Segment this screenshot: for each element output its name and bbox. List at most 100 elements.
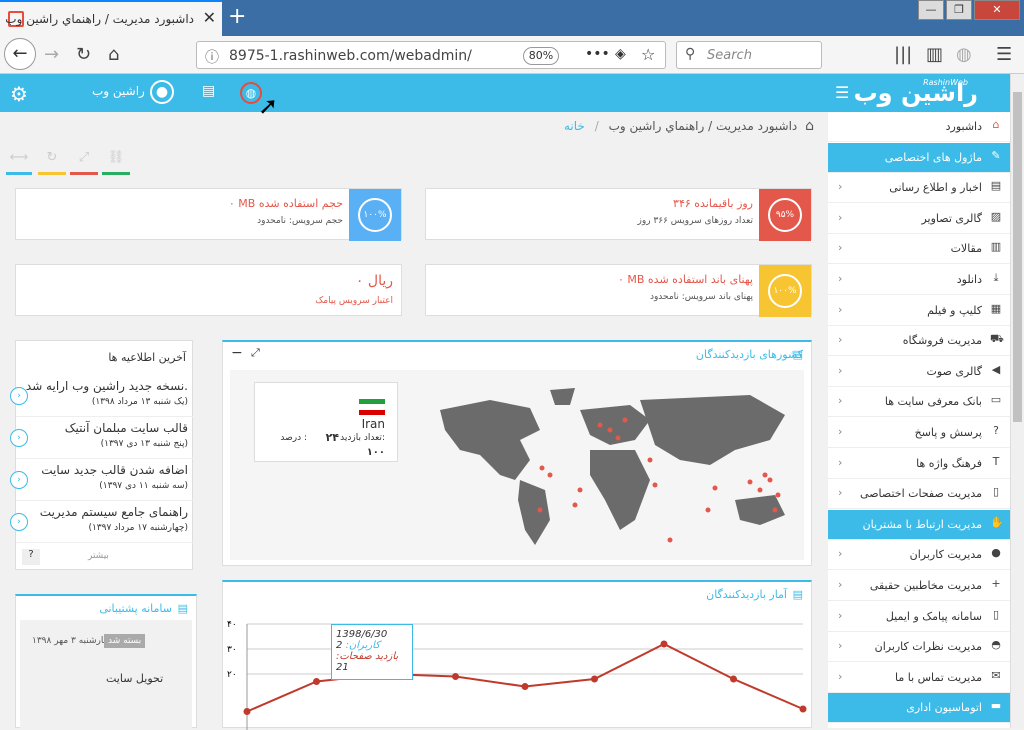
tab-title: داشبورد مدیریت / راهنماي راشین وب: [5, 12, 194, 26]
sidebar-item[interactable]: ▤ اخبار و اطلاع رسانی ›: [828, 173, 1010, 204]
sidebar-item[interactable]: ▥ مقالات ›: [828, 234, 1010, 265]
sidebar-item[interactable]: T فرهنگ واژه ها ›: [828, 449, 1010, 479]
news-more-link[interactable]: بیشتر: [88, 551, 109, 561]
data-point: [521, 683, 529, 690]
sidebar-item[interactable]: ▦ کلیپ و فیلم ›: [828, 296, 1010, 326]
sidebar-menu-icon[interactable]: ☰: [835, 83, 849, 102]
expand-panel-icon[interactable]: ⤢: [251, 346, 260, 360]
chevron-icon: ›: [838, 608, 843, 622]
sidebar-item-label: مدیریت نظرات کاربران: [874, 640, 982, 654]
user-avatar-icon[interactable]: ●: [150, 80, 174, 104]
sidebar-item[interactable]: ⌂ داشبورد: [828, 112, 1010, 142]
search-placeholder: Search: [707, 48, 752, 63]
chevron-icon: ›: [838, 272, 843, 285]
search-box[interactable]: ⚲ Search: [676, 41, 822, 69]
world-map[interactable]: Iran تعداد بازدید: ۲۴ درصد : ۱۰۰: [230, 370, 804, 560]
menu-icon[interactable]: ☰: [996, 44, 1012, 65]
breadcrumb-home[interactable]: خانه: [564, 119, 585, 133]
collapse-icon[interactable]: ⟷: [6, 143, 32, 175]
link-icon[interactable]: ⛓: [102, 143, 130, 175]
globe-icon[interactable]: ◍: [956, 44, 972, 65]
sidebar-item-label: مدیریت مخاطبین حقیقی: [869, 579, 982, 592]
sidebar-item[interactable]: ▭ بانک معرفی سایت ها ›: [828, 387, 1010, 418]
pocket-icon[interactable]: ◈: [615, 46, 626, 62]
data-point: [799, 705, 807, 713]
close-window-button[interactable]: ✕: [974, 0, 1020, 20]
sidebar-item[interactable]: ◓ مدیریت نظرات کاربران ›: [828, 632, 1010, 663]
newspaper-icon: ▤: [990, 179, 1002, 193]
reload-icon[interactable]: ↻: [76, 44, 91, 65]
sidebar-item[interactable]: ▯ مدیریت صفحات اختصاصی ›: [828, 479, 1010, 510]
forward-icon[interactable]: →: [44, 44, 59, 65]
news-item[interactable]: قالب سایت مبلمان آنتیک (پنج شنبه ۱۳ دی ۱۳…: [10, 417, 194, 459]
data-point: [730, 675, 737, 683]
chevron-icon: ›: [838, 302, 843, 316]
news-item[interactable]: راهنمای جامع سیستم مدیریت (چهارشنبه ۱۷ مر…: [10, 501, 194, 543]
bandwidth-card: ۰ MB پهنای باند استفاده شده پهنای باند س…: [425, 264, 812, 317]
zoom-badge[interactable]: 80%: [523, 47, 559, 65]
sidebar-toggle-icon[interactable]: ▥: [926, 44, 943, 65]
back-icon[interactable]: ←: [4, 38, 36, 70]
mobile-icon: ▯: [992, 607, 1000, 621]
breadcrumb-home-icon[interactable]: ⌂: [805, 118, 814, 134]
new-tab-icon[interactable]: +: [228, 4, 246, 29]
url-text: 8975-1.rashinweb.com/webadmin/: [229, 48, 472, 64]
country-tooltip: Iran تعداد بازدید: ۲۴ درصد : ۱۰۰: [254, 382, 398, 462]
sidebar-item[interactable]: ✋ مدیریت ارتباط با مشتریان: [828, 509, 1010, 540]
chevron-icon: ›: [838, 669, 843, 683]
sidebar-item[interactable]: ● مدیریت کاربران ›: [828, 540, 1010, 571]
page-scrollbar[interactable]: [1010, 74, 1024, 728]
storage-total: حجم سرویس: نامحدود: [257, 216, 343, 226]
restore-button[interactable]: ❐: [946, 0, 972, 20]
chevron-icon: ›: [838, 578, 843, 591]
sidebar-item[interactable]: ▯ سامانه پیامک و ایمیل ›: [828, 602, 1010, 632]
data-point: [243, 708, 251, 715]
minimize-button[interactable]: —: [918, 0, 944, 20]
visits-line-chart[interactable]: ۴۰ ۳۰ ۲۰: [223, 610, 811, 730]
download-icon: ⤓: [993, 271, 999, 284]
folder-icon: ▬: [990, 699, 1002, 713]
refresh-icon[interactable]: ↻: [38, 143, 66, 175]
sidebar-item[interactable]: ▨ گالری تصاویر ›: [828, 204, 1010, 234]
news-item[interactable]: نسخه جدید راشین وب ارایه شد. (یک شنبه ۱۳ …: [10, 375, 194, 417]
sidebar-item-label: گالری تصاویر: [921, 211, 982, 225]
sms-credit-card: ۰ ریال اعتبار سرویس پیامک: [15, 264, 402, 316]
sidebar-item[interactable]: ◀ گالری صوت ›: [828, 357, 1010, 387]
cart-icon: ⛟: [990, 332, 1004, 346]
ticket-title[interactable]: تحویل سایت: [106, 672, 163, 685]
storage-percent-ring: ۱۰۰%: [358, 198, 392, 232]
home-icon[interactable]: ⌂: [108, 44, 119, 65]
info-icon[interactable]: ⓘ: [205, 47, 219, 67]
sidebar-item[interactable]: ⤓ دانلود ›: [828, 265, 1010, 295]
sidebar-item[interactable]: ▬ اتوماسیون اداری: [828, 693, 1010, 724]
scrollbar-thumb[interactable]: [1013, 92, 1022, 422]
data-point: [660, 640, 668, 648]
news-item[interactable]: اضافه شدن قالب جدید سایت (سه شنبه ۱۱ دی ۱…: [10, 459, 194, 501]
pencil-icon: ✎: [991, 148, 1001, 162]
sidebar-item[interactable]: ⛟ مدیریت فروشگاه ›: [828, 326, 1010, 357]
breadcrumb: داشبورد مدیریت / راهنماي راشین وب / خانه…: [564, 118, 814, 134]
sidebar-item[interactable]: ✎ ماژول های اختصاصی: [828, 142, 1010, 173]
help-icon[interactable]: ?: [22, 549, 40, 565]
percent-value: ۱۰۰: [366, 447, 385, 458]
sidebar-item[interactable]: + مدیریت مخاطبین حقیقی ›: [828, 571, 1010, 601]
chevron-icon: ›: [838, 333, 843, 347]
fullscreen-icon[interactable]: ⤢: [70, 143, 98, 175]
minimize-panel-icon[interactable]: −: [231, 345, 243, 361]
library-icon[interactable]: |||: [894, 44, 912, 65]
browser-tab[interactable]: داشبورد مدیریت / راهنماي راشین وب ✕: [0, 0, 222, 36]
url-bar[interactable]: ⓘ 8975-1.rashinweb.com/webadmin/ 80% •••…: [196, 41, 666, 69]
sidebar-item-label: سامانه پیامک و ایمیل: [885, 609, 982, 623]
sidebar-item[interactable]: ? پرسش و پاسخ ›: [828, 418, 1010, 448]
more-icon[interactable]: •••: [585, 46, 610, 62]
sidebar-item[interactable]: ✉ مدیریت تماس با ما ›: [828, 663, 1010, 693]
cards-icon[interactable]: ▤: [202, 83, 215, 99]
days-remaining-value: ۳۴۶ روز باقیمانده: [673, 197, 753, 210]
chevron-icon: ›: [838, 547, 843, 561]
close-tab-icon[interactable]: ✕: [203, 8, 216, 27]
sidebar-item-label: مدیریت کاربران: [909, 548, 982, 562]
y-tick-label: ۳۰: [227, 645, 237, 655]
user-name[interactable]: راشین وب: [92, 84, 145, 98]
settings-gear-icon[interactable]: ⚙: [10, 82, 28, 106]
bookmark-star-icon[interactable]: ☆: [641, 45, 655, 64]
